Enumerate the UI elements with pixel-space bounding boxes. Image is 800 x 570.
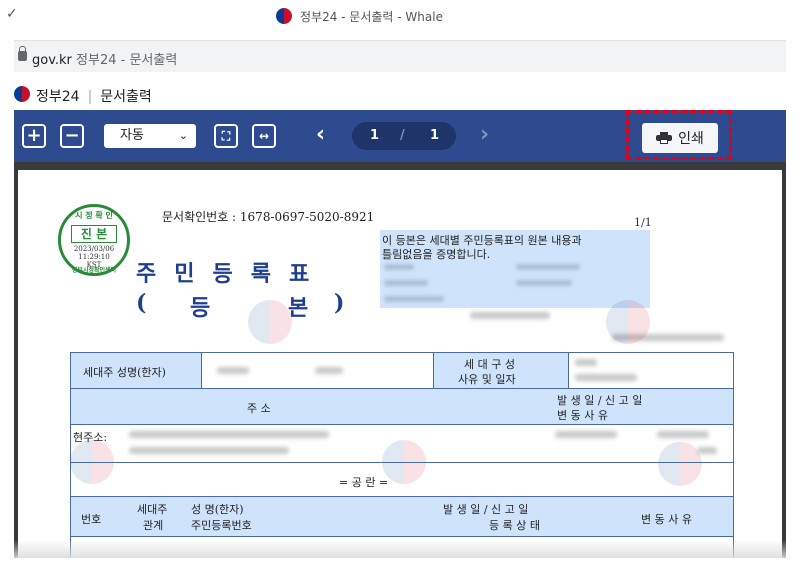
document-title: 주민등록표 — [136, 261, 328, 287]
authenticity-seal: 시 정 확 인 진 본 2023/03/06 11:29:10 KST 정부시정… — [58, 204, 130, 276]
watermark-icon — [248, 300, 292, 344]
subtitle-char-1: 등 — [190, 295, 211, 321]
seal-main-text: 진 본 — [71, 225, 117, 243]
registration-table: 세대주 성명(한자) 세 대 구 성 사유 및 일자 주 소 발 생 일 / 신… — [70, 352, 734, 558]
chevron-icon[interactable]: ✓ — [6, 6, 18, 22]
zoom-select[interactable]: 자동 ⌄ — [104, 124, 196, 148]
url-host: gov.kr — [32, 53, 72, 68]
window-title: 정부24 - 문서출력 - Whale — [300, 10, 443, 24]
seal-date: 2023/03/06 — [73, 245, 115, 253]
divider — [568, 353, 569, 388]
page-separator: / — [400, 128, 405, 143]
certification-notice: 이 등본은 세대별 주민등록표의 원본 내용과 틀림없음을 증명합니다. — [380, 230, 650, 308]
table-row: 주 소 발 생 일 / 신 고 일 변 동 사 유 — [71, 389, 733, 425]
col-relation-1: 세대주 — [137, 503, 168, 516]
composition-label-cell: 세 대 구 성 사유 및 일자 — [434, 353, 568, 388]
redacted-text — [384, 296, 444, 302]
print-label: 인쇄 — [678, 131, 704, 147]
plus-icon: + — [26, 125, 42, 146]
printer-icon — [656, 132, 673, 144]
col-relation-2: 관계 — [143, 519, 164, 532]
section-blank: = 공 란 = — [339, 476, 389, 489]
table-row: 세대주 성명(한자) 세 대 구 성 사유 및 일자 — [71, 353, 733, 389]
redacted-text — [315, 367, 343, 374]
subtitle-close: ) — [334, 290, 345, 316]
table-row: 번호 세대주 관계 성 명(한자) 주민등록번호 발 생 일 / 신 고 일 등… — [71, 497, 733, 537]
redacted-text — [657, 431, 709, 438]
composition-label-2: 사유 및 일자 — [458, 373, 516, 386]
document-page: 시 정 확 인 진 본 2023/03/06 11:29:10 KST 정부시정… — [18, 170, 782, 558]
viewer-bottom-fade — [14, 540, 786, 558]
col-date-1: 발 생 일 / 신 고 일 — [443, 503, 529, 516]
composition-label-1: 세 대 구 성 — [464, 358, 515, 371]
page-indicator: 1 / 1 — [352, 122, 456, 150]
gov24-logo-icon — [14, 86, 30, 102]
table-row: = 공 란 = — [71, 463, 733, 497]
window-title-bar: ✓ 정부24 - 문서출력 - Whale — [0, 0, 800, 30]
redacted-text — [697, 447, 717, 454]
col-number: 번호 — [81, 513, 102, 526]
site-name: 정부24 — [36, 89, 80, 105]
seal-time: 11:29:10 — [78, 253, 110, 261]
redacted-text — [217, 367, 249, 374]
page-count: 1/1 — [634, 216, 652, 229]
subtitle-open: ( — [136, 290, 147, 316]
page-header-title: 정부24 | 문서출력 — [36, 86, 152, 106]
redacted-text — [575, 374, 637, 381]
total-pages: 1 — [430, 128, 440, 143]
notice-line-2: 틀림없음을 증명합니다. — [382, 248, 491, 261]
lock-icon[interactable] — [18, 46, 27, 61]
seal-bottom-text: 정부시정확인센터 — [71, 267, 117, 274]
print-highlight-box: 인쇄 — [626, 110, 732, 160]
url-text[interactable]: gov.kr 정부24 - 문서출력 — [32, 49, 177, 68]
current-address-label: 현주소: — [73, 431, 108, 444]
householder-label-cell: 세대주 성명(한자) — [71, 353, 201, 388]
fit-page-icon: ⛶ — [221, 129, 231, 143]
date-header-1: 발 생 일 / 신 고 일 — [557, 394, 643, 407]
col-name-1: 성 명(한자) — [191, 503, 244, 516]
confirmation-number: 문서확인번호 : 1678-0697-5020-8921 — [162, 210, 375, 224]
divider — [201, 353, 202, 388]
next-page-button[interactable]: › — [480, 122, 489, 147]
redacted-text — [384, 264, 414, 270]
zoom-in-button[interactable]: + — [22, 124, 46, 148]
header-divider: | — [87, 89, 93, 105]
col-date-2: 등 록 상 태 — [489, 519, 540, 532]
page-name: 문서출력 — [100, 89, 152, 105]
chevron-down-icon: ⌄ — [178, 129, 188, 142]
viewer-toolbar: + − 자동 ⌄ ⛶ ↔ ‹ 1 / 1 › 인쇄 — [14, 110, 786, 162]
print-button[interactable]: 인쇄 — [642, 123, 718, 153]
watermark-icon — [606, 300, 650, 344]
prev-page-button[interactable]: ‹ — [316, 122, 325, 147]
redacted-text — [555, 431, 617, 438]
col-reason: 변 동 사 유 — [641, 513, 692, 526]
redacted-text — [470, 312, 550, 319]
col-name-2: 주민등록번호 — [191, 519, 252, 532]
householder-label: 세대주 성명(한자) — [83, 366, 166, 379]
redacted-text — [516, 264, 580, 270]
fit-page-button[interactable]: ⛶ — [214, 124, 238, 148]
date-header-2: 변 동 사 유 — [557, 409, 608, 422]
table-row: 현주소: — [71, 425, 733, 463]
fit-width-button[interactable]: ↔ — [252, 124, 276, 148]
url-rest: 정부24 - 문서출력 — [71, 53, 178, 68]
seal-top-text: 시 정 확 인 — [75, 210, 113, 220]
zoom-select-value: 자동 — [120, 128, 144, 143]
document-viewer[interactable]: 시 정 확 인 진 본 2023/03/06 11:29:10 KST 정부시정… — [14, 162, 786, 558]
address-bar[interactable]: gov.kr 정부24 - 문서출력 — [14, 40, 786, 72]
redacted-text — [384, 280, 428, 286]
current-page[interactable]: 1 — [370, 128, 379, 143]
fit-width-icon: ↔ — [258, 129, 270, 143]
redacted-text — [575, 359, 597, 366]
redacted-text — [129, 431, 329, 438]
minus-icon: − — [64, 125, 80, 146]
page-header: 정부24 | 문서출력 — [14, 78, 786, 110]
redacted-text — [516, 280, 572, 286]
gov24-logo-icon — [276, 8, 292, 24]
zoom-out-button[interactable]: − — [60, 124, 84, 148]
address-header: 주 소 — [247, 402, 271, 415]
redacted-text — [129, 447, 289, 454]
